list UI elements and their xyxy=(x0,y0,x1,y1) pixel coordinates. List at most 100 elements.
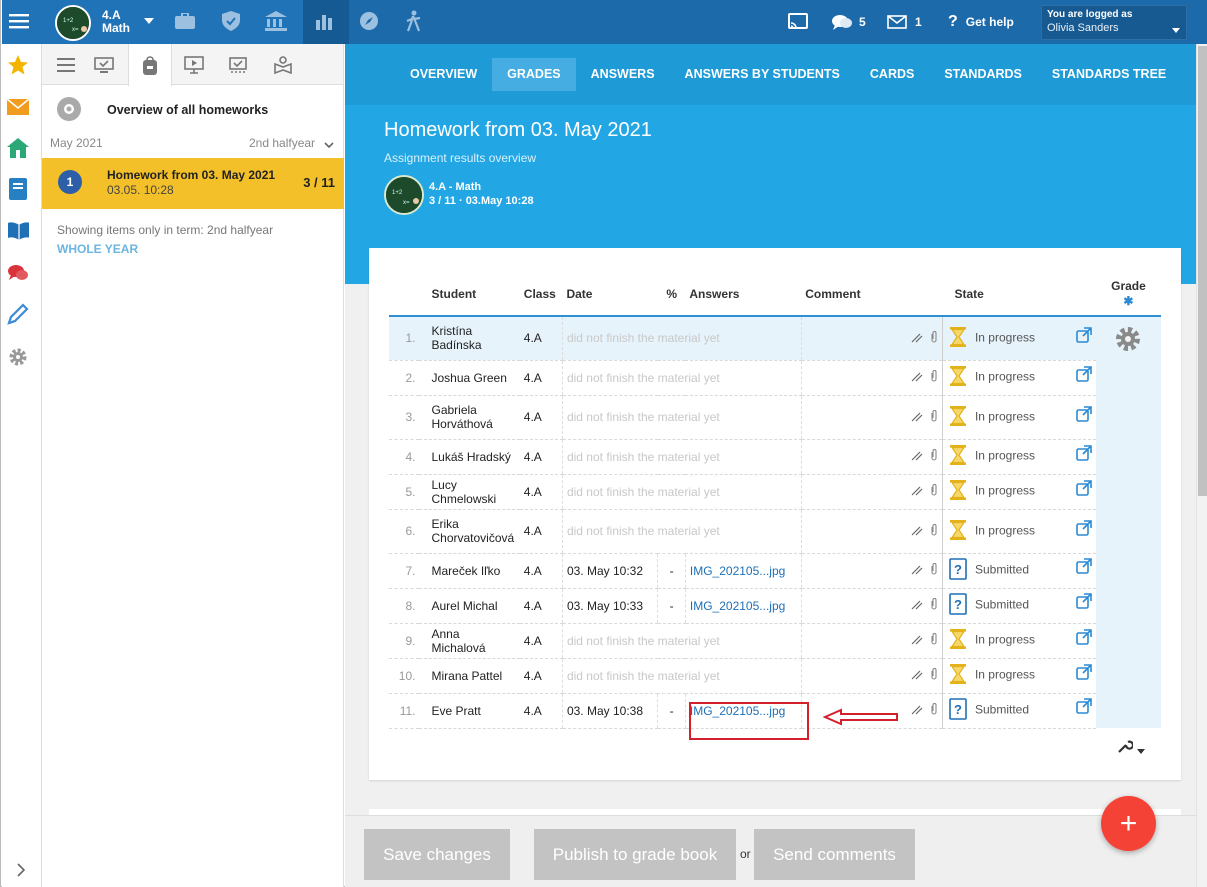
scrollbar-thumb[interactable] xyxy=(1198,46,1207,496)
comment-cell[interactable] xyxy=(800,658,943,694)
tab-standards[interactable]: STANDARDS xyxy=(929,58,1037,91)
table-row[interactable]: 8. Aurel Michal 4.A 03. May 10:33- IMG_20210… xyxy=(389,588,1161,624)
external-link-icon[interactable] xyxy=(1076,629,1092,648)
comment-cell[interactable] xyxy=(800,588,943,624)
wrench-menu-icon[interactable] xyxy=(1117,740,1145,757)
help-button[interactable]: ? Get help xyxy=(948,0,1014,44)
pen-icon[interactable] xyxy=(911,634,923,648)
shield-icon[interactable] xyxy=(218,8,244,34)
grade-gear-icon[interactable] xyxy=(1114,325,1142,353)
mail-button[interactable]: 1 xyxy=(887,0,922,44)
paperclip-icon[interactable] xyxy=(930,370,938,385)
homework-item[interactable]: 1 Homework from 03. May 2021 03.05. 10:2… xyxy=(42,158,344,209)
expand-icon[interactable] xyxy=(10,859,32,881)
notebook-icon[interactable] xyxy=(7,178,29,200)
pen-icon[interactable] xyxy=(911,485,923,499)
bar-chart-icon[interactable] xyxy=(311,8,337,34)
tab-answers[interactable]: ANSWERS xyxy=(576,58,670,91)
tab-cards[interactable]: CARDS xyxy=(855,58,929,91)
comment-cell[interactable] xyxy=(800,316,943,361)
external-link-icon[interactable] xyxy=(1076,405,1092,425)
external-link-icon[interactable] xyxy=(1076,593,1092,612)
table-row[interactable]: 10. Mirana Pattel 4.A did not finish the ma… xyxy=(389,658,1161,694)
paperclip-icon[interactable] xyxy=(930,484,938,499)
walking-icon[interactable] xyxy=(402,8,428,34)
pen-icon[interactable] xyxy=(911,669,923,683)
answer-file-link[interactable]: IMG_202105...jpg xyxy=(684,588,802,624)
answer-file-link[interactable]: IMG_202105...jpg xyxy=(684,553,802,589)
pen-icon[interactable] xyxy=(911,599,923,613)
pen-icon[interactable] xyxy=(911,564,923,578)
envelope-icon[interactable] xyxy=(7,96,29,118)
test-check-icon[interactable] xyxy=(216,44,260,85)
pencil-ruler-icon[interactable] xyxy=(7,303,29,325)
messages-button[interactable]: 5 xyxy=(831,0,866,44)
table-row[interactable]: 2. Joshua Green 4.A did not finish the mate… xyxy=(389,360,1161,396)
paperclip-icon[interactable] xyxy=(930,523,938,539)
paperclip-icon[interactable] xyxy=(930,449,938,464)
external-link-icon[interactable] xyxy=(1076,558,1092,577)
external-link-icon[interactable] xyxy=(1076,519,1092,539)
publish-button[interactable]: Publish to grade book xyxy=(534,829,736,880)
external-link-icon[interactable] xyxy=(1076,480,1092,499)
settings-icon[interactable] xyxy=(7,346,29,368)
comment-cell[interactable] xyxy=(800,509,943,554)
term-select[interactable]: 2nd halfyear xyxy=(249,136,315,150)
chevron-down-icon[interactable] xyxy=(324,142,334,148)
comment-cell[interactable] xyxy=(800,360,943,396)
hamburger-menu-icon[interactable] xyxy=(6,8,32,34)
paperclip-icon[interactable] xyxy=(930,563,938,578)
compass-icon[interactable] xyxy=(356,8,382,34)
table-row[interactable]: 1. Kristína Badínska 4.A did not finish the… xyxy=(389,316,1161,728)
discussion-icon[interactable] xyxy=(7,262,29,284)
cast-icon[interactable] xyxy=(785,8,811,34)
comment-cell[interactable] xyxy=(800,553,943,589)
open-book-icon[interactable] xyxy=(7,220,29,242)
table-row[interactable]: 6. Erika Chorvatovičová 4.A did not finish … xyxy=(389,509,1161,554)
table-row[interactable]: 4. Lukáš Hradský 4.A did not finish the mat… xyxy=(389,439,1161,475)
comment-cell[interactable] xyxy=(800,395,943,440)
tab-answers-by-students[interactable]: ANSWERS BY STUDENTS xyxy=(670,58,855,91)
scrollbar[interactable] xyxy=(1196,44,1207,887)
paperclip-icon[interactable] xyxy=(930,633,938,648)
pen-icon[interactable] xyxy=(911,450,923,464)
send-comments-button[interactable]: Send comments xyxy=(754,829,915,880)
home-icon[interactable] xyxy=(7,137,29,159)
paperclip-icon[interactable] xyxy=(930,703,938,718)
monitor-check-icon[interactable] xyxy=(82,44,126,85)
pen-icon[interactable] xyxy=(911,411,923,425)
pen-icon[interactable] xyxy=(911,332,923,346)
tab-overview[interactable]: OVERVIEW xyxy=(395,58,492,91)
presentation-icon[interactable] xyxy=(172,44,216,85)
external-link-icon[interactable] xyxy=(1076,445,1092,464)
pen-icon[interactable] xyxy=(911,525,923,539)
paperclip-icon[interactable] xyxy=(930,409,938,425)
paperclip-icon[interactable] xyxy=(930,668,938,683)
table-row[interactable]: 3. Gabriela Horváthová 4.A did not finish t… xyxy=(389,395,1161,440)
grade-column[interactable] xyxy=(1095,316,1161,728)
comment-cell[interactable] xyxy=(800,623,943,659)
book-reader-icon[interactable] xyxy=(261,44,305,85)
external-link-icon[interactable] xyxy=(1076,698,1092,717)
user-menu[interactable]: You are logged as Olivia Sanders xyxy=(1041,5,1187,40)
comment-cell[interactable] xyxy=(800,439,943,475)
external-link-icon[interactable] xyxy=(1076,664,1092,683)
briefcase-icon[interactable] xyxy=(172,8,198,34)
course-switcher[interactable]: 4.A Math xyxy=(102,9,130,35)
tab-grades[interactable]: GRADES xyxy=(492,58,576,91)
whole-year-link[interactable]: WHOLE YEAR xyxy=(57,242,138,256)
table-row[interactable]: 7. Mareček Iľko 4.A 03. May 10:32- IMG_20210… xyxy=(389,553,1161,589)
course-avatar[interactable]: 1+2 x= xyxy=(55,5,91,41)
institution-icon[interactable] xyxy=(263,8,289,34)
comment-cell[interactable] xyxy=(800,474,943,510)
grade-settings-icon[interactable]: ✱ xyxy=(1123,294,1133,308)
star-icon[interactable] xyxy=(7,54,29,76)
pen-icon[interactable] xyxy=(911,704,923,718)
paperclip-icon[interactable] xyxy=(930,330,938,346)
external-link-icon[interactable] xyxy=(1076,326,1092,346)
save-changes-button[interactable]: Save changes xyxy=(364,829,510,880)
external-link-icon[interactable] xyxy=(1076,366,1092,385)
tab-standards-tree[interactable]: STANDARDS TREE xyxy=(1037,58,1181,91)
table-row[interactable]: 5. Lucy Chmelowski 4.A did not finish the m… xyxy=(389,474,1161,510)
overview-all-homeworks[interactable]: Overview of all homeworks xyxy=(42,87,343,125)
